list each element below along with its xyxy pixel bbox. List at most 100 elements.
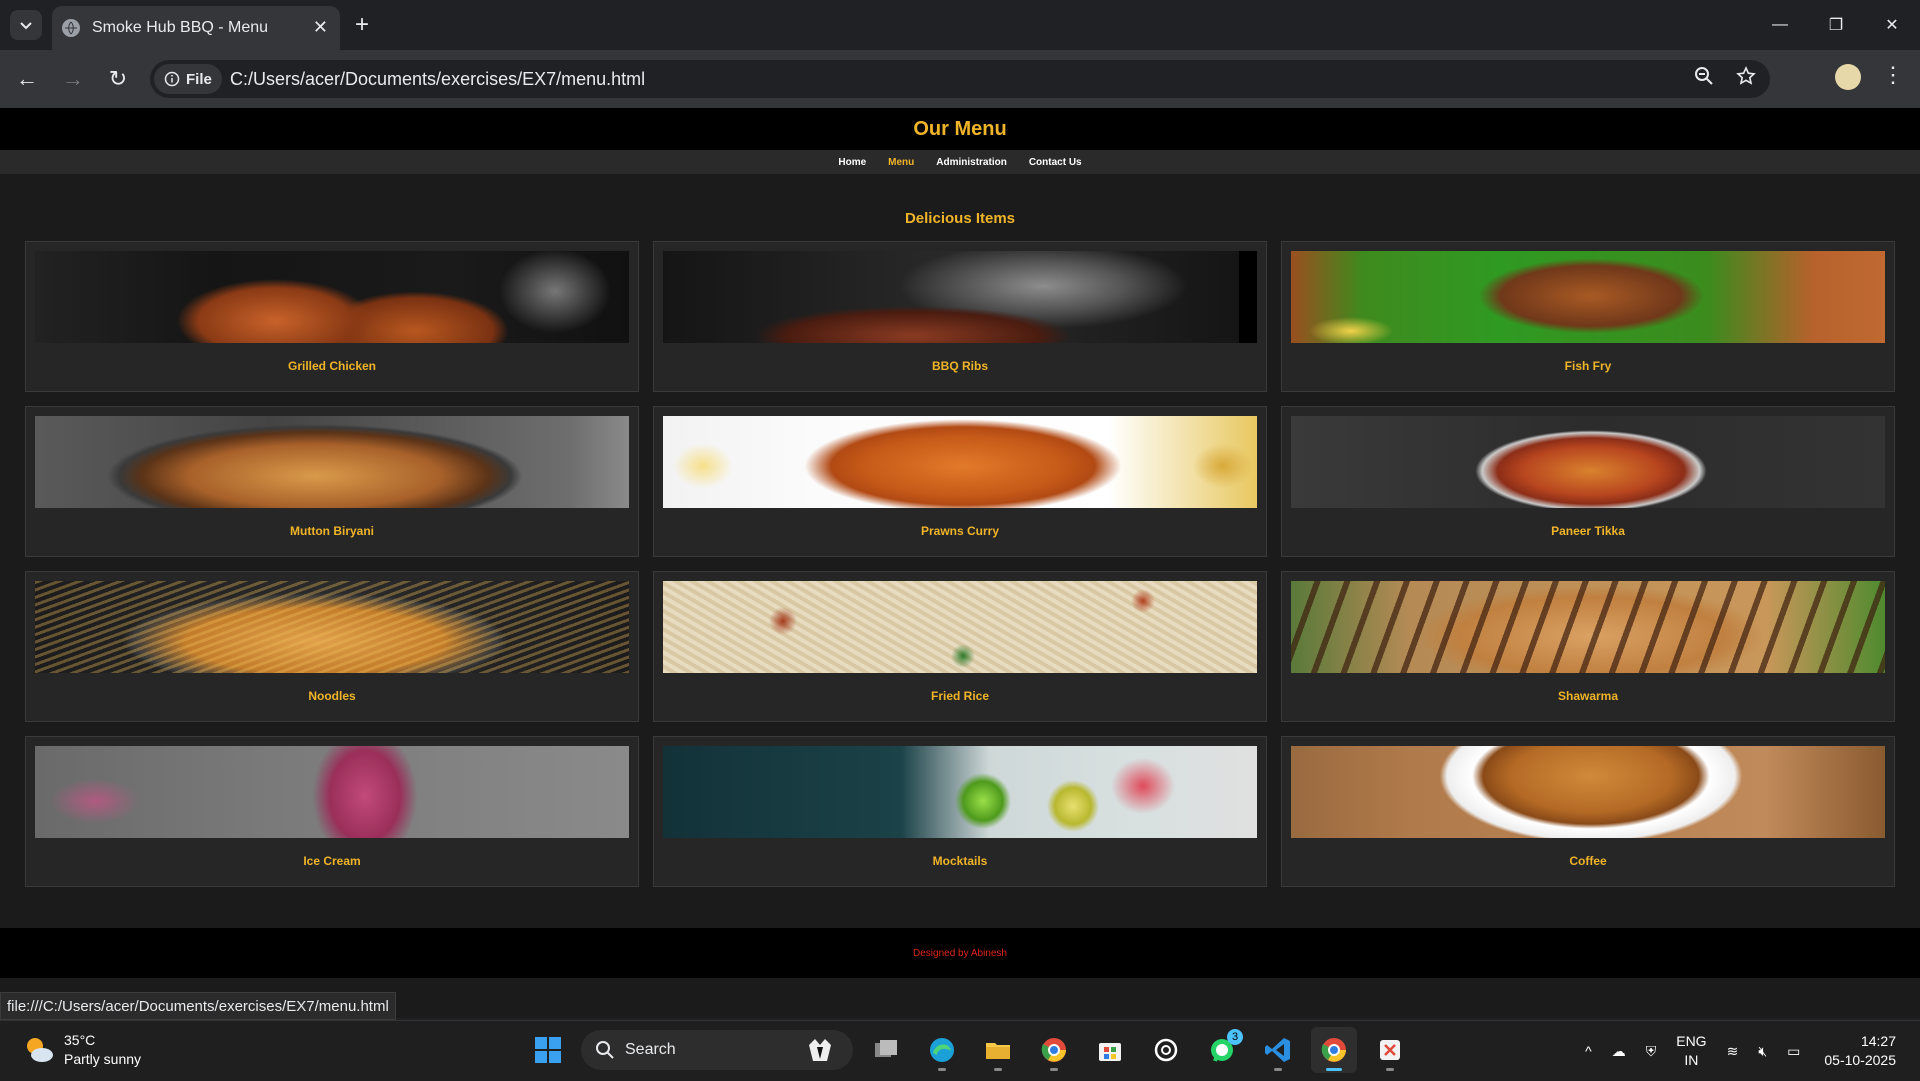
language-indicator[interactable]: ENG IN xyxy=(1676,1032,1706,1070)
menu-card[interactable]: Fried Rice xyxy=(653,571,1267,722)
search-highlight-icon xyxy=(809,1039,831,1061)
tab-search-button[interactable] xyxy=(10,10,42,40)
taskbar-file-explorer[interactable] xyxy=(975,1027,1021,1073)
section-title: Delicious Items xyxy=(904,210,1016,227)
restore-button[interactable]: ❐ xyxy=(1808,0,1864,50)
task-view-button[interactable] xyxy=(863,1027,909,1073)
menu-card[interactable]: BBQ Ribs xyxy=(653,241,1267,392)
address-bar[interactable]: File C:/Users/acer/Documents/exercises/E… xyxy=(150,60,1770,98)
forward-button[interactable]: → xyxy=(58,64,88,94)
region-code: IN xyxy=(1684,1052,1699,1068)
site-footer: Designed by Abinesh xyxy=(0,928,1920,978)
food-image-mocktails xyxy=(663,746,1257,838)
profile-avatar[interactable] xyxy=(1835,64,1861,90)
item-name: Ice Cream xyxy=(303,854,361,868)
taskbar-chrome[interactable] xyxy=(1311,1027,1357,1073)
menu-card[interactable]: Coffee xyxy=(1281,736,1895,887)
menu-card[interactable]: Mocktails xyxy=(653,736,1267,887)
bookmark-star-icon[interactable] xyxy=(1736,66,1756,86)
nav-link-home[interactable]: Home xyxy=(838,157,866,168)
taskbar-vscode[interactable] xyxy=(1255,1027,1301,1073)
clock-date: 05-10-2025 xyxy=(1824,1052,1896,1068)
window-controls: — ❐ ✕ xyxy=(1752,0,1920,50)
weather-description: Partly sunny xyxy=(64,1051,142,1067)
close-window-button[interactable]: ✕ xyxy=(1864,0,1920,50)
item-name: Grilled Chicken xyxy=(287,359,377,373)
nav-link-administration[interactable]: Administration xyxy=(936,157,1007,168)
food-image-fried-rice xyxy=(663,581,1257,673)
browser-toolbar: ← → ↻ File C:/Users/acer/Documents/exerc… xyxy=(0,50,1920,108)
taskbar-search[interactable]: Search xyxy=(581,1030,853,1070)
page-title: Our Menu xyxy=(913,117,1007,140)
menu-card[interactable]: Paneer Tikka xyxy=(1281,406,1895,557)
search-icon xyxy=(596,1041,614,1059)
tab-close-icon[interactable]: ✕ xyxy=(313,17,328,38)
item-name: Paneer Tikka xyxy=(1551,524,1625,538)
url-text[interactable]: C:/Users/acer/Documents/exercises/EX7/me… xyxy=(230,69,645,90)
notification-badge: 3 xyxy=(1227,1029,1243,1045)
partly-sunny-icon xyxy=(22,1034,54,1066)
item-name: Fish Fry xyxy=(1564,359,1612,373)
back-button[interactable]: ← xyxy=(12,64,42,94)
browser-tab[interactable]: Smoke Hub BBQ - Menu ✕ xyxy=(52,6,340,50)
menu-card[interactable]: Grilled Chicken xyxy=(25,241,639,392)
minimize-button[interactable]: — xyxy=(1752,0,1808,50)
menu-card[interactable]: Shawarma xyxy=(1281,571,1895,722)
status-bar-url: file:///C:/Users/acer/Documents/exercise… xyxy=(0,992,396,1020)
item-name: Noodles xyxy=(308,689,356,703)
menu-grid: Grilled Chicken BBQ Ribs Fish Fry Mutton… xyxy=(25,241,1895,887)
volume-muted-icon[interactable]: 🔇︎ xyxy=(1758,1042,1767,1061)
item-name: BBQ Ribs xyxy=(931,359,988,373)
new-tab-button[interactable]: + xyxy=(355,10,369,40)
item-name: Fried Rice xyxy=(930,689,990,703)
menu-card[interactable]: Fish Fry xyxy=(1281,241,1895,392)
nav-link-menu[interactable]: Menu xyxy=(888,157,914,168)
taskbar-whatsapp[interactable]: 3 xyxy=(1199,1027,1245,1073)
windows-logo-icon xyxy=(535,1037,561,1063)
taskbar-edge[interactable] xyxy=(919,1027,965,1073)
language-code: ENG xyxy=(1676,1033,1707,1049)
item-name: Coffee xyxy=(1569,854,1607,868)
chrome-icon xyxy=(1321,1038,1346,1062)
task-view-icon xyxy=(875,1040,897,1057)
battery-icon[interactable]: ▭ xyxy=(1787,1042,1800,1061)
menu-card[interactable]: Prawns Curry xyxy=(653,406,1267,557)
info-icon xyxy=(164,71,180,87)
taskbar-chrome-profile[interactable] xyxy=(1031,1027,1077,1073)
vscode-icon xyxy=(1265,1038,1290,1062)
chevron-up-icon[interactable]: ^ xyxy=(1585,1042,1592,1061)
globe-icon xyxy=(62,19,80,37)
taskbar: 35°C Partly sunny Search 3 ^ ☁ ⛨ ENG IN … xyxy=(0,1020,1920,1081)
clock[interactable]: 14:27 05-10-2025 xyxy=(1824,1032,1896,1070)
item-name: Mocktails xyxy=(932,854,988,868)
security-shield-icon[interactable]: ⛨ xyxy=(1646,1042,1657,1061)
taskbar-chatgpt[interactable] xyxy=(1143,1027,1189,1073)
weather-widget[interactable]: 35°C Partly sunny xyxy=(22,1031,141,1069)
browser-tab-strip: Smoke Hub BBQ - Menu ✕ + — ❐ ✕ xyxy=(0,0,1920,50)
taskbar-snipping-tool[interactable] xyxy=(1367,1027,1413,1073)
nav-link-contact-us[interactable]: Contact Us xyxy=(1029,157,1082,168)
item-name: Shawarma xyxy=(1557,689,1619,703)
food-image-paneer-tikka xyxy=(1291,416,1885,508)
zoom-icon[interactable] xyxy=(1694,66,1714,86)
site-info-chip[interactable]: File xyxy=(154,64,222,94)
menu-card[interactable]: Ice Cream xyxy=(25,736,639,887)
reload-button[interactable]: ↻ xyxy=(103,64,133,94)
weather-temperature: 35°C xyxy=(64,1032,96,1048)
food-image-shawarma xyxy=(1291,581,1885,673)
chrome-icon xyxy=(1041,1038,1066,1062)
store-icon xyxy=(1099,1043,1121,1061)
onedrive-icon[interactable]: ☁ xyxy=(1612,1042,1626,1061)
taskbar-store[interactable] xyxy=(1087,1027,1133,1073)
web-page: Our Menu Home Menu Administration Contac… xyxy=(0,108,1920,1018)
wifi-icon[interactable]: ≋ xyxy=(1727,1042,1739,1061)
search-label: Search xyxy=(625,1041,676,1058)
food-image-coffee xyxy=(1291,746,1885,838)
start-button[interactable] xyxy=(525,1027,571,1073)
item-name: Prawns Curry xyxy=(920,524,1000,538)
browser-menu-icon[interactable]: ⋮ xyxy=(1882,62,1904,88)
menu-card[interactable]: Mutton Biryani xyxy=(25,406,639,557)
chatgpt-icon xyxy=(1154,1038,1178,1062)
menu-card[interactable]: Noodles xyxy=(25,571,639,722)
edge-icon xyxy=(930,1038,954,1062)
